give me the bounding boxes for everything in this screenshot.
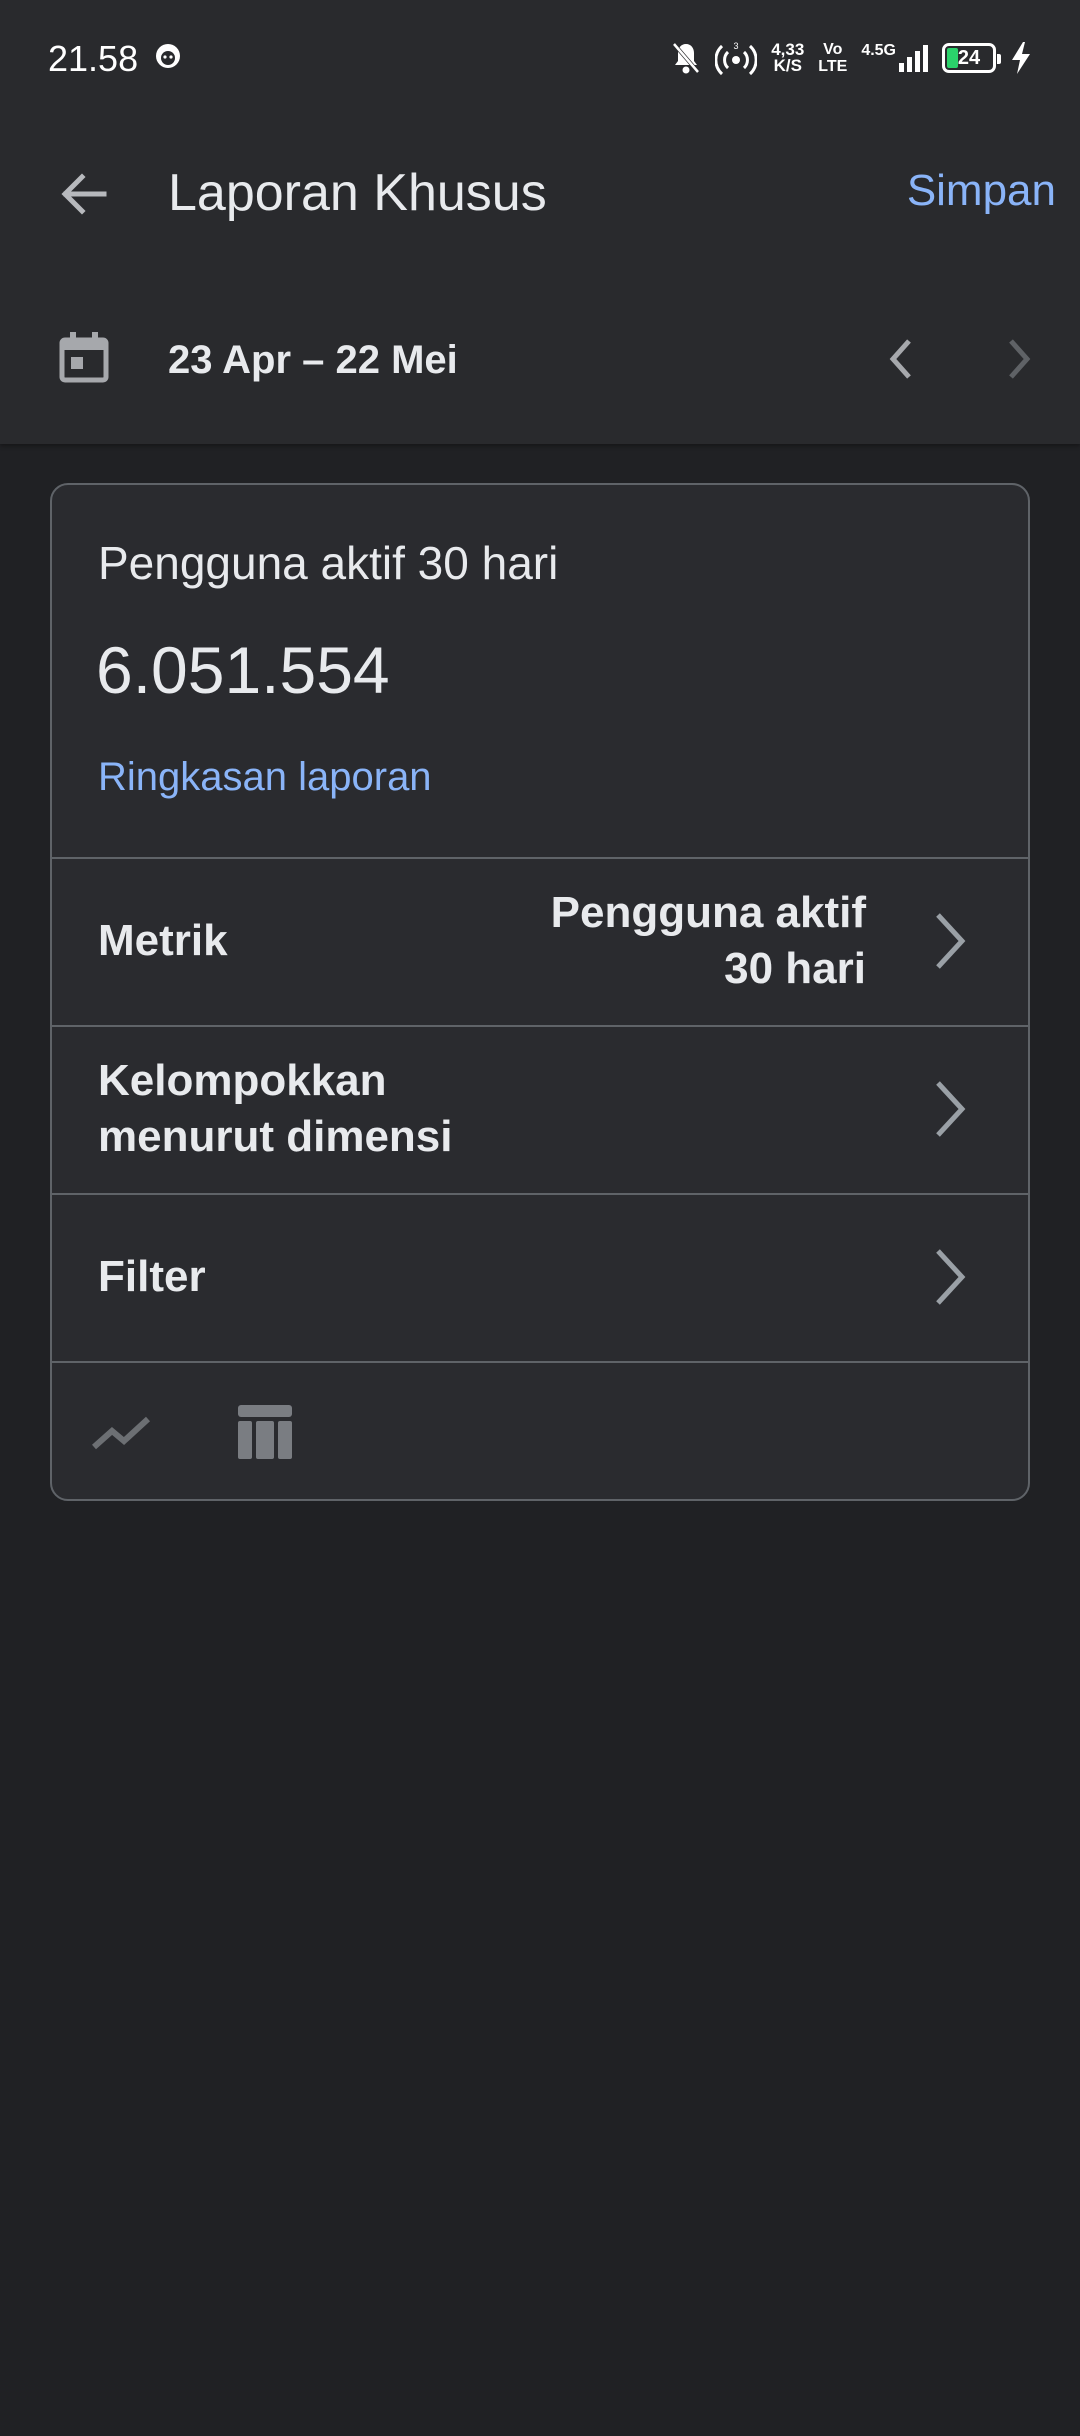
filter-row-label: Filter	[98, 1252, 206, 1301]
arrow-left-icon	[61, 173, 107, 215]
chevron-left-icon	[889, 339, 911, 379]
volte-top: Vo	[823, 41, 843, 58]
battery-level: 24	[957, 46, 981, 69]
chevron-right-icon	[1009, 339, 1031, 379]
metric-row[interactable]: Metrik Pengguna aktif 30 hari	[52, 857, 1028, 1027]
back-button[interactable]	[48, 158, 120, 230]
charging-bolt-icon	[1012, 42, 1030, 74]
calendar-icon	[59, 332, 109, 383]
metric-summary: Pengguna aktif 30 hari 6.051.554 Ringkas…	[52, 485, 1028, 859]
metric-name: Pengguna aktif 30 hari	[98, 537, 559, 589]
save-button[interactable]: Simpan	[907, 158, 1056, 224]
battery-indicator: 24	[942, 43, 1001, 73]
previous-period-button[interactable]	[870, 326, 930, 392]
group-by-dimension-row[interactable]: Kelompokkan menurut dimensi	[52, 1025, 1028, 1195]
face-notification-icon	[156, 44, 180, 68]
table-icon[interactable]	[232, 1399, 298, 1465]
line-chart-icon[interactable]	[88, 1399, 154, 1465]
status-time: 21.58	[48, 38, 139, 79]
svg-text:3: 3	[734, 41, 739, 51]
battery-nub	[997, 54, 1001, 64]
date-range[interactable]: 23 Apr – 22 Mei	[168, 330, 458, 390]
chevron-right-icon	[936, 1081, 966, 1137]
status-bar: 21.58 3 4,33 K/S Vo LTE 4.5G 24	[0, 0, 1080, 120]
network-speed: 4,33 K/S	[771, 41, 804, 75]
battery-level-fill	[947, 48, 958, 68]
app-header: 21.58 3 4,33 K/S Vo LTE 4.5G 24 Laporan …	[0, 0, 1080, 444]
next-period-button[interactable]	[990, 326, 1050, 392]
signal-bars-icon	[899, 45, 928, 72]
volte-indicator: Vo LTE	[818, 41, 847, 75]
view-toggle-bar	[52, 1361, 1028, 1499]
network-type: 4.5G	[861, 42, 896, 59]
hotspot-icon: 3	[715, 41, 758, 76]
page-title: Laporan Khusus	[168, 164, 547, 222]
status-icons: 3 4,33 K/S Vo LTE 4.5G 24	[671, 34, 1032, 82]
chevron-right-icon	[936, 1249, 966, 1305]
chevron-right-icon	[936, 913, 966, 969]
report-card: Pengguna aktif 30 hari 6.051.554 Ringkas…	[50, 483, 1030, 1501]
group-by-row-label: Kelompokkan menurut dimensi	[98, 1056, 453, 1161]
volte-bottom: LTE	[818, 58, 848, 75]
metric-value: 6.051.554	[96, 633, 390, 707]
report-summary-link[interactable]: Ringkasan laporan	[98, 747, 432, 807]
speed-unit: K/S	[773, 56, 802, 75]
bell-off-icon	[672, 42, 700, 74]
metric-row-label: Metrik	[98, 916, 228, 965]
metric-row-value: Pengguna aktif 30 hari	[550, 888, 866, 993]
filter-row[interactable]: Filter	[52, 1193, 1028, 1363]
cell-signal: 4.5G	[861, 43, 928, 73]
